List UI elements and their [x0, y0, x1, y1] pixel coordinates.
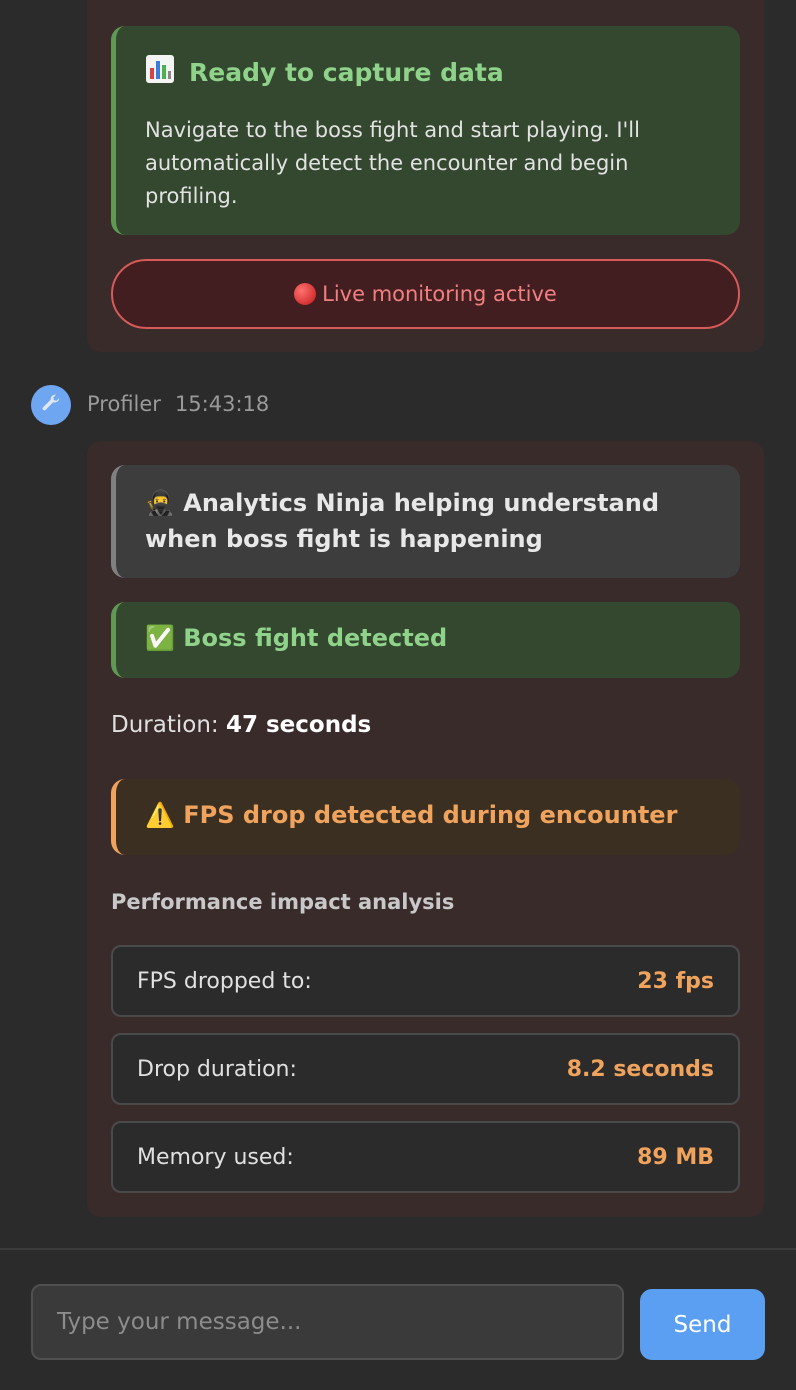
duration-value: 47 seconds [225, 712, 372, 738]
composer-bar: Send [0, 1248, 796, 1390]
send-button[interactable]: Send [640, 1289, 765, 1360]
analytics-ninja-note: 🥷 Analytics Ninja helping understand whe… [111, 465, 740, 578]
message-header: Profiler 15:43:18 [87, 392, 269, 416]
metric-row: FPS dropped to: 23 fps [111, 945, 740, 1017]
profiler-avatar [31, 385, 71, 425]
ready-description: Navigate to the boss fight and start pla… [145, 118, 640, 208]
message-timestamp: 15:43:18 [174, 392, 270, 416]
analytics-ninja-text: 🥷 Analytics Ninja helping understand whe… [145, 489, 660, 553]
fps-warning-card: ⚠️ FPS drop detected during encounter [111, 779, 740, 855]
boss-fight-detected-card: ✅ Boss fight detected [111, 602, 740, 678]
performance-section-title: Performance impact analysis [111, 890, 455, 914]
ready-title: Ready to capture data [189, 57, 504, 87]
metric-label: Memory used: [137, 1144, 294, 1170]
chat-log[interactable]: Ready to capture data Navigate to the bo… [0, 0, 796, 1248]
live-monitoring-button[interactable]: Live monitoring active [111, 259, 740, 329]
metric-value: 89 MB [637, 1144, 714, 1170]
bar-chart-icon [145, 54, 175, 90]
metric-label: FPS dropped to: [137, 968, 312, 994]
live-monitoring-label: Live monitoring active [322, 282, 557, 306]
metric-value: 8.2 seconds [566, 1056, 714, 1082]
boss-fight-detected-text: ✅ Boss fight detected [145, 624, 448, 652]
metric-row: Drop duration: 8.2 seconds [111, 1033, 740, 1105]
wrench-icon [40, 392, 62, 419]
red-circle-icon [294, 283, 317, 305]
ready-title-row: Ready to capture data [145, 54, 504, 90]
metric-label: Drop duration: [137, 1056, 297, 1082]
ready-card: Ready to capture data Navigate to the bo… [111, 26, 740, 235]
duration-line: Duration: 47 seconds [111, 712, 371, 738]
metric-value: 23 fps [637, 968, 714, 994]
metric-row: Memory used: 89 MB [111, 1121, 740, 1193]
duration-label: Duration: [111, 712, 219, 738]
fps-warning-text: ⚠️ FPS drop detected during encounter [145, 801, 678, 829]
message-input[interactable] [31, 1284, 624, 1360]
sender-name: Profiler [87, 392, 161, 416]
